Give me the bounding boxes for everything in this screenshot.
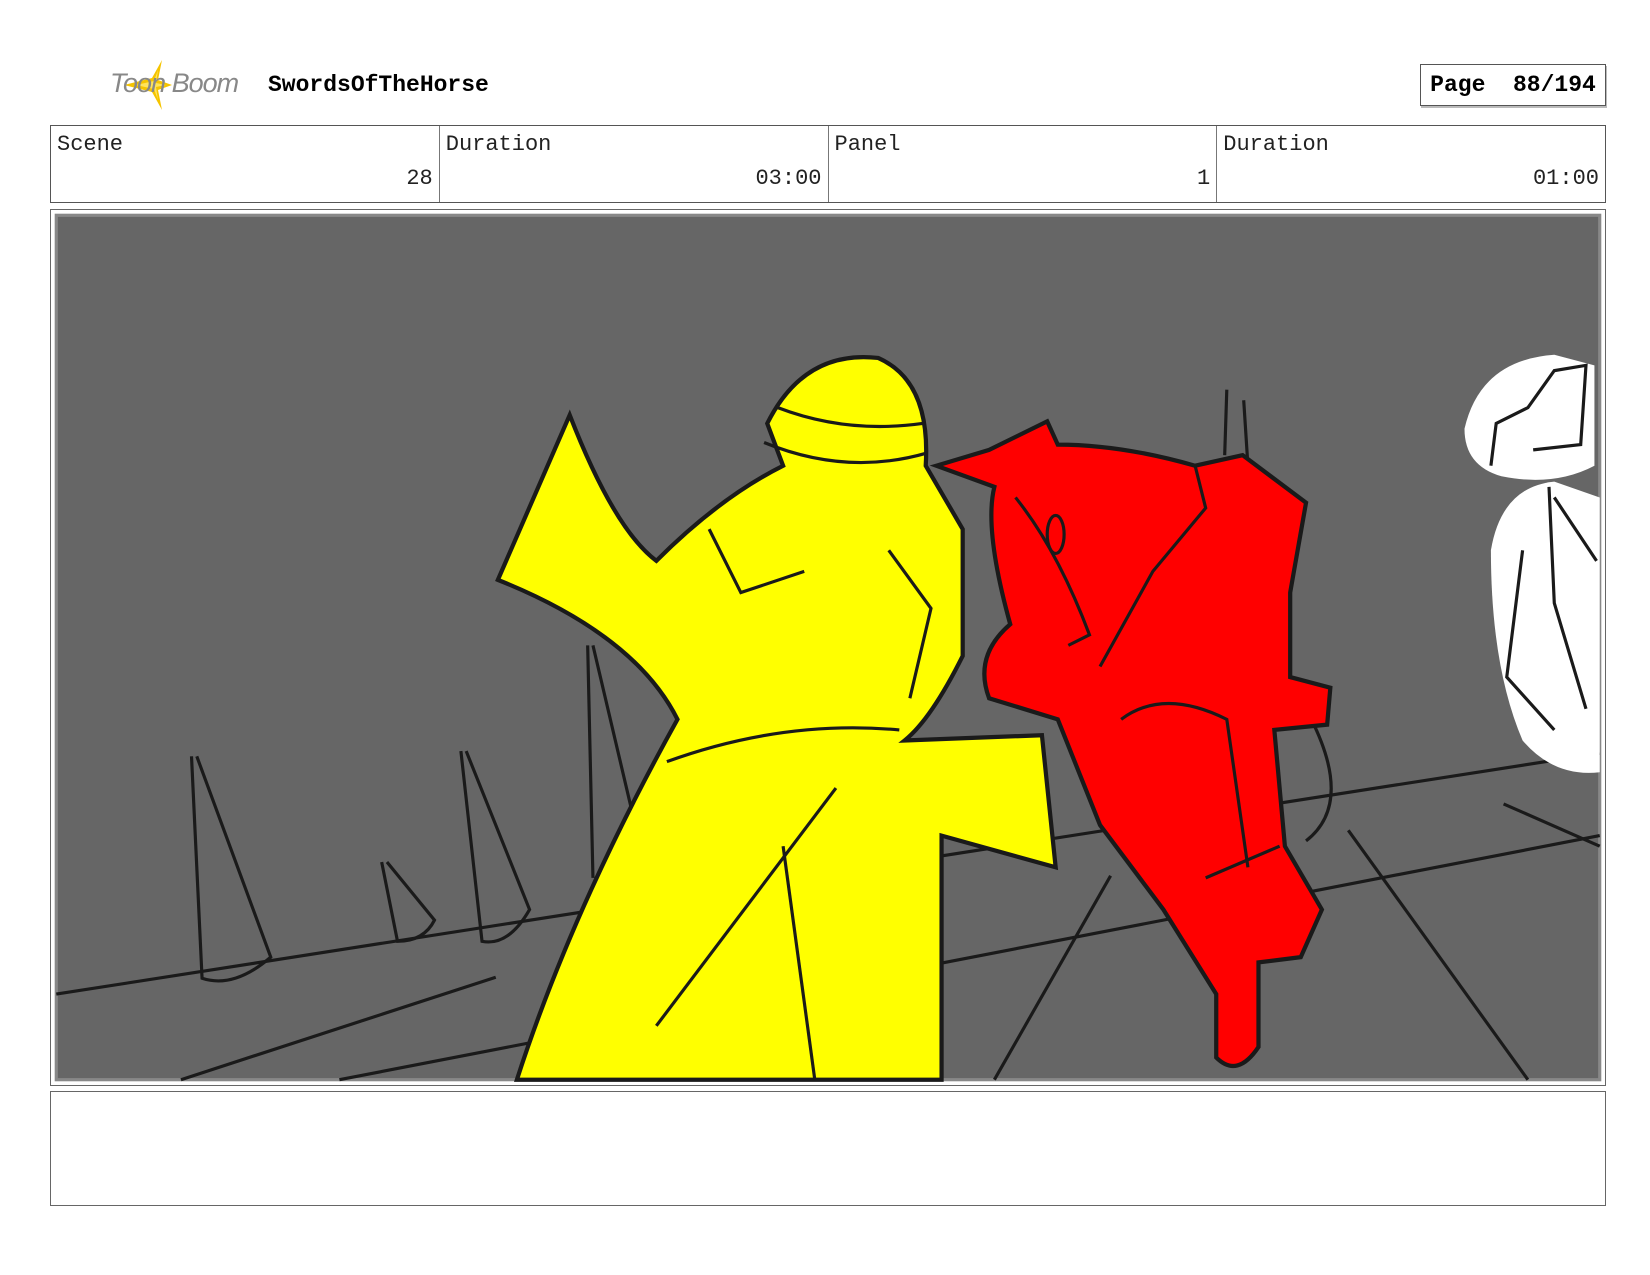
scene-duration-cell: Duration 03:00 — [440, 126, 829, 202]
page-number: 88/194 — [1513, 72, 1596, 98]
panel-value: 1 — [1197, 166, 1211, 191]
panel-duration-cell: Duration 01:00 — [1217, 126, 1605, 202]
scene-label: Scene — [57, 132, 124, 157]
scene-value: 28 — [406, 166, 433, 191]
scene-duration-value: 03:00 — [755, 166, 822, 191]
scene-cell: Scene 28 — [51, 126, 440, 202]
panel-notes-box — [50, 1091, 1606, 1206]
panel-label: Panel — [834, 132, 901, 157]
panel-duration-label: Duration — [1223, 132, 1329, 157]
panel-cell: Panel 1 — [829, 126, 1218, 202]
panel-duration-value: 01:00 — [1532, 166, 1599, 191]
storyboard-panel-image — [50, 209, 1606, 1086]
project-title: SwordsOfTheHorse — [268, 72, 489, 98]
scene-duration-label: Duration — [445, 132, 552, 157]
sketch-drawing — [54, 213, 1602, 1082]
page-label: Page — [1430, 72, 1486, 98]
brand-name: Toon Boom — [110, 68, 239, 98]
panel-info-table: Scene 28 Duration 03:00 Panel 1 Duration 01:… — [50, 125, 1606, 203]
page-indicator: Page 88/194 — [1420, 64, 1606, 106]
